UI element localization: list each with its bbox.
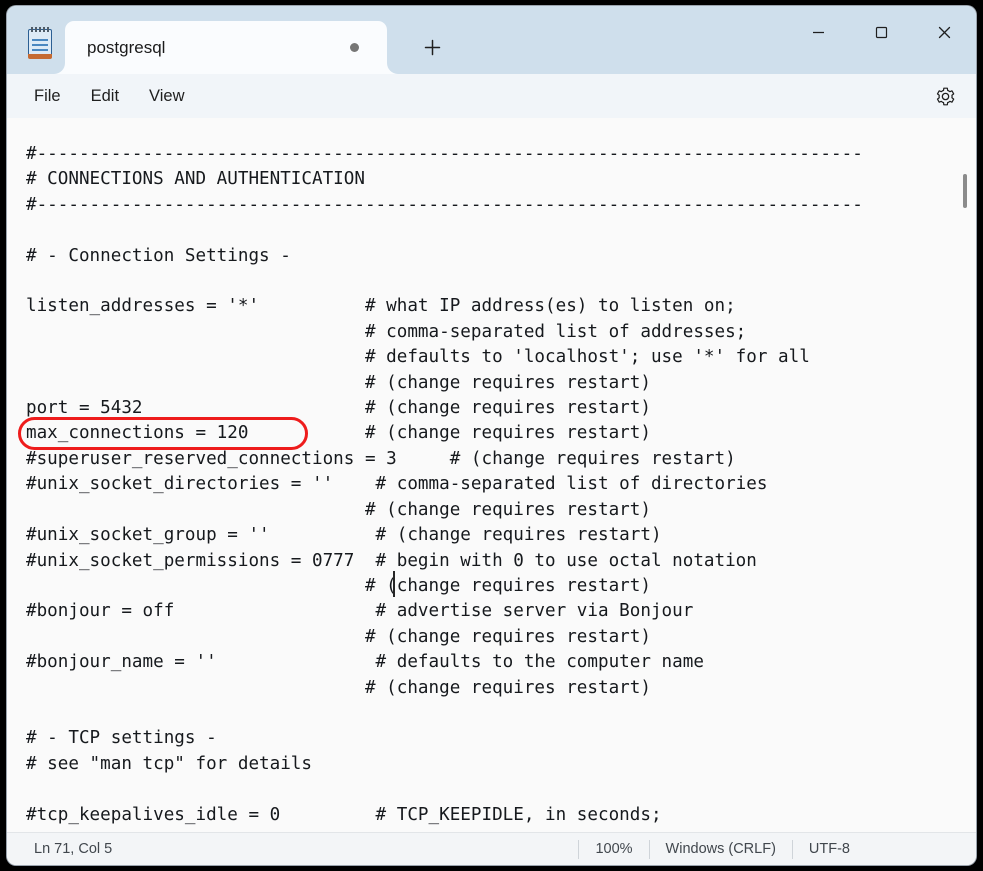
menu-item-view[interactable]: View — [134, 81, 199, 112]
menu-bar: File Edit View — [7, 74, 976, 118]
status-cursor-position[interactable]: Ln 71, Col 5 — [7, 833, 128, 865]
status-encoding[interactable]: UTF-8 — [793, 833, 866, 865]
maximize-button[interactable] — [850, 6, 913, 58]
tab-label: postgresql — [87, 38, 350, 58]
notepad-window: postgresql — [7, 6, 976, 865]
vertical-scrollbar-thumb[interactable] — [963, 174, 967, 208]
window-controls — [787, 6, 976, 58]
vertical-scrollbar[interactable] — [957, 118, 973, 832]
close-window-button[interactable] — [913, 6, 976, 58]
status-zoom-level[interactable]: 100% — [579, 833, 648, 865]
status-line-ending[interactable]: Windows (CRLF) — [650, 833, 792, 865]
minimize-button[interactable] — [787, 6, 850, 58]
new-tab-button[interactable] — [409, 27, 455, 67]
menu-item-file[interactable]: File — [19, 81, 76, 112]
text-caret — [393, 571, 395, 597]
gear-icon[interactable] — [928, 80, 962, 112]
title-bar: postgresql — [7, 6, 976, 74]
unsaved-changes-dot-icon[interactable] — [350, 43, 359, 52]
editor-text-content[interactable]: #---------------------------------------… — [26, 142, 863, 828]
status-bar: Ln 71, Col 5 100% Windows (CRLF) UTF-8 — [7, 832, 976, 865]
notepad-icon — [25, 26, 55, 60]
text-editor-area[interactable]: #---------------------------------------… — [7, 118, 976, 832]
tab-postgresql[interactable]: postgresql — [65, 21, 387, 74]
menu-item-edit[interactable]: Edit — [76, 81, 134, 112]
tab-strip: postgresql — [7, 6, 455, 74]
